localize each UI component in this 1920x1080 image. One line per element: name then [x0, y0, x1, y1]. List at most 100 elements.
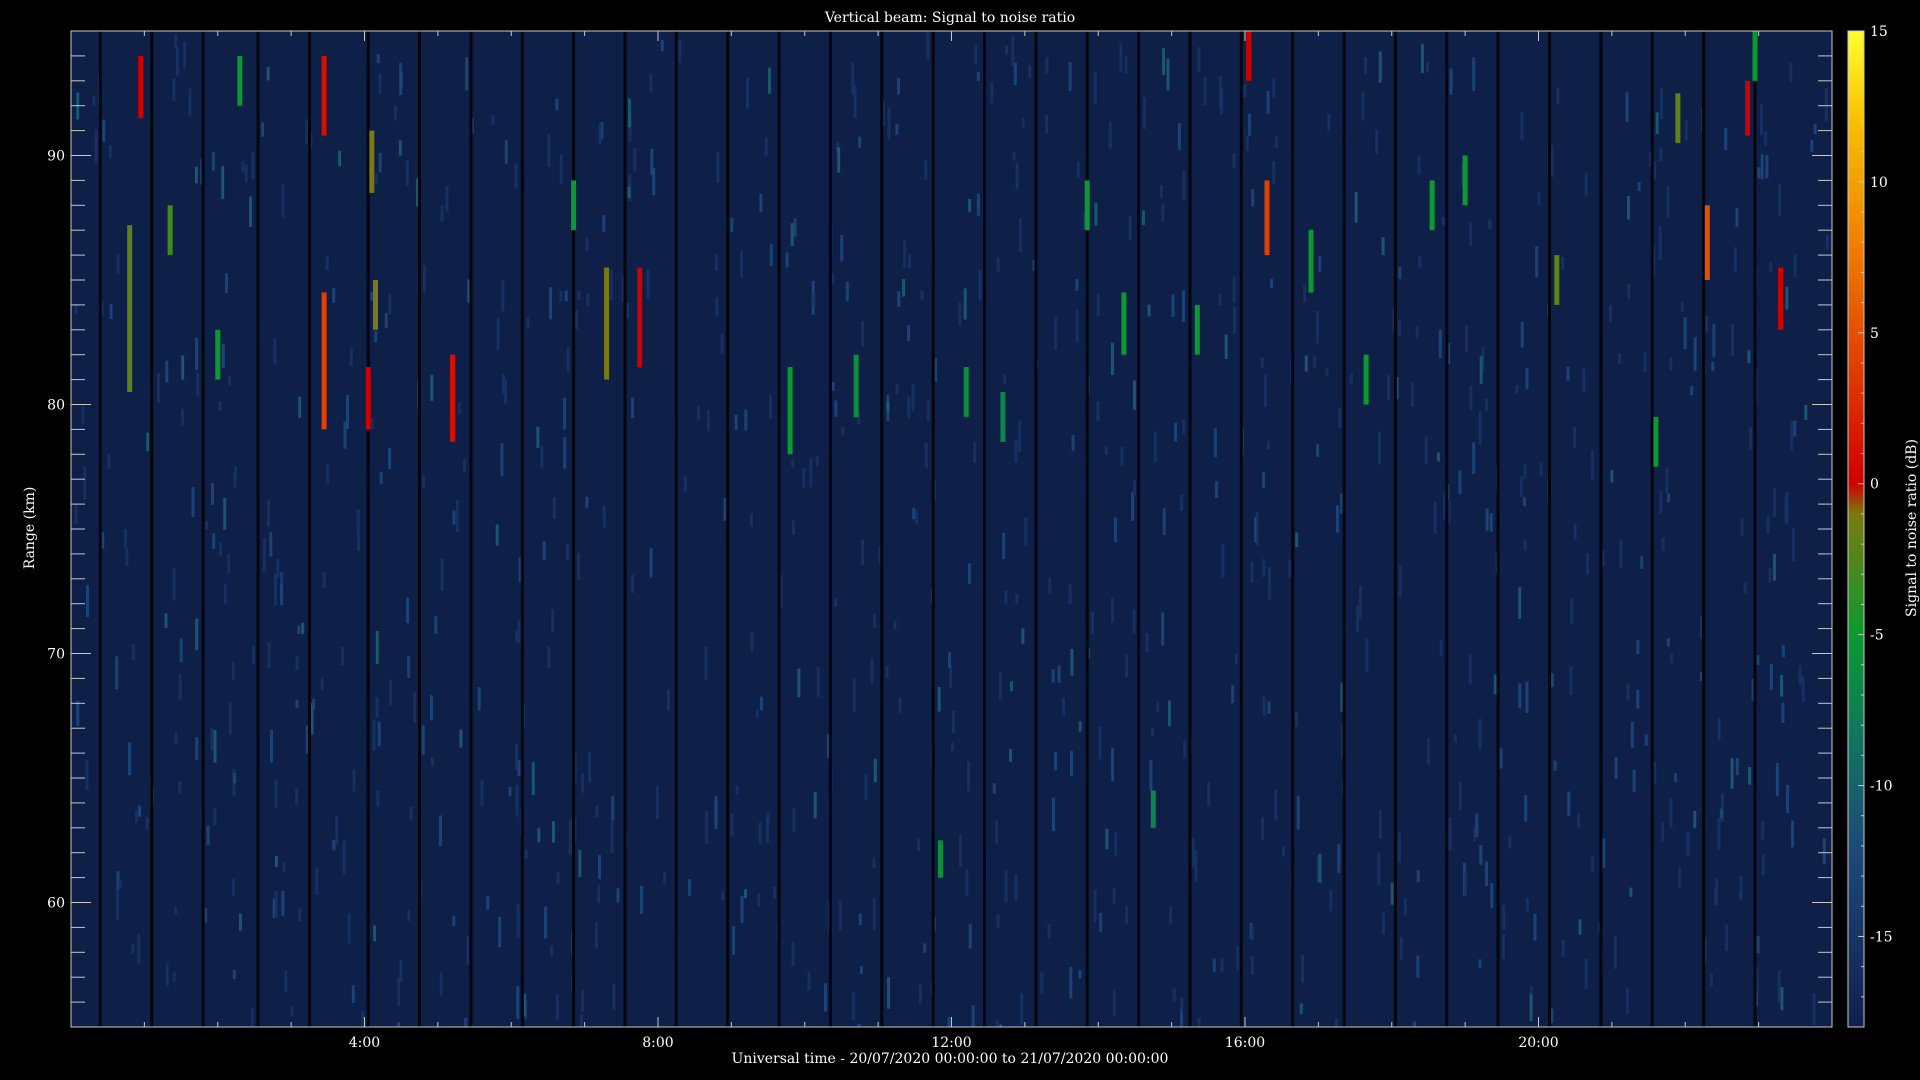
- noise-speckle: [1167, 700, 1171, 727]
- noise-speckle: [1525, 898, 1529, 912]
- noise-speckle: [1028, 65, 1032, 78]
- noise-speckle: [824, 983, 827, 1012]
- noise-speckle: [501, 280, 505, 312]
- data-gap-stripe: [931, 31, 935, 1027]
- noise-speckle: [1316, 444, 1320, 457]
- noise-speckle: [858, 913, 862, 926]
- noise-speckle: [1769, 262, 1773, 273]
- noise-speckle: [667, 690, 670, 711]
- noise-speckle: [1045, 56, 1049, 74]
- noise-speckle: [301, 622, 305, 635]
- noise-speckle: [504, 379, 508, 404]
- noise-speckle: [516, 986, 520, 1019]
- data-gap-stripe: [1342, 31, 1346, 1027]
- noise-speckle: [1243, 83, 1247, 98]
- noise-speckle: [1234, 654, 1238, 665]
- noise-speckle: [1438, 329, 1442, 359]
- noise-speckle: [1078, 970, 1082, 979]
- noise-speckle: [1160, 185, 1163, 198]
- noise-speckle: [357, 534, 360, 551]
- noise-speckle: [1777, 970, 1781, 1002]
- noise-speckle: [626, 302, 630, 319]
- noise-speckle: [1274, 136, 1278, 149]
- noise-speckle: [1792, 527, 1795, 561]
- noise-speckle: [559, 154, 563, 184]
- echo-mark: [450, 354, 456, 442]
- noise-speckle: [1125, 906, 1128, 924]
- noise-speckle: [1781, 645, 1785, 658]
- noise-speckle: [165, 963, 169, 987]
- noise-speckle: [971, 1005, 975, 1027]
- noise-speckle: [1120, 447, 1124, 467]
- noise-speckle: [1378, 431, 1381, 465]
- noise-speckle: [1426, 61, 1429, 73]
- noise-speckle: [1213, 428, 1217, 458]
- noise-speckle: [1735, 207, 1739, 227]
- noise-speckle: [833, 598, 837, 607]
- noise-speckle: [351, 985, 355, 1003]
- noise-speckle: [588, 751, 592, 783]
- noise-speckle: [585, 237, 589, 251]
- noise-speckle: [477, 687, 481, 711]
- noise-speckle: [1338, 407, 1342, 428]
- noise-speckle: [1078, 721, 1082, 732]
- noise-speckle: [295, 788, 299, 805]
- noise-speckle: [1714, 889, 1717, 905]
- noise-speckle: [616, 888, 620, 903]
- noise-speckle: [1584, 958, 1588, 990]
- noise-speckle: [756, 893, 760, 907]
- noise-speckle: [228, 702, 232, 735]
- noise-speckle: [102, 119, 106, 142]
- noise-speckle: [1416, 955, 1420, 978]
- noise-speckle: [531, 762, 535, 796]
- noise-speckle: [1011, 36, 1015, 67]
- snr-heatmap-figure: Vertical beam: Signal to noise ratio 4:0…: [22, 10, 1920, 1067]
- noise-speckle: [915, 510, 918, 524]
- noise-speckle: [995, 820, 999, 844]
- noise-speckle: [552, 497, 556, 519]
- noise-speckle: [1162, 508, 1166, 535]
- noise-speckle: [1250, 925, 1254, 940]
- x-tick-label: 12:00: [931, 1035, 971, 1051]
- noise-speckle: [145, 817, 149, 830]
- noise-speckle: [430, 695, 433, 721]
- noise-speckle: [1525, 681, 1529, 713]
- noise-speckle: [1525, 368, 1529, 390]
- noise-speckle: [1069, 966, 1073, 999]
- noise-speckle: [274, 779, 278, 809]
- noise-speckle: [1636, 689, 1640, 709]
- noise-speckle: [1661, 537, 1665, 552]
- noise-speckle: [393, 105, 397, 121]
- noise-speckle: [663, 871, 667, 885]
- noise-speckle: [1801, 676, 1805, 702]
- noise-speckle: [1577, 813, 1581, 828]
- noise-speckle: [861, 321, 864, 347]
- echo-mark: [1778, 267, 1784, 330]
- noise-speckle: [1128, 215, 1132, 240]
- noise-speckle: [175, 47, 179, 76]
- noise-speckle: [109, 303, 113, 319]
- noise-speckle: [1501, 934, 1505, 959]
- noise-speckle: [1399, 937, 1403, 960]
- noise-speckle: [920, 291, 924, 300]
- noise-speckle: [515, 784, 519, 817]
- data-gap-stripe: [256, 31, 260, 1027]
- noise-speckle: [1566, 366, 1570, 381]
- noise-speckle: [1313, 356, 1316, 369]
- noise-speckle: [1207, 781, 1211, 806]
- noise-speckle: [312, 698, 316, 710]
- noise-speckle: [1761, 854, 1765, 876]
- noise-speckle: [1458, 781, 1462, 811]
- noise-speckle: [924, 442, 928, 468]
- noise-speckle: [131, 943, 135, 954]
- y-tick-label: 60: [47, 896, 65, 912]
- noise-speckle: [297, 625, 301, 634]
- noise-speckle: [1469, 385, 1473, 411]
- noise-speckle: [281, 183, 285, 218]
- noise-speckle: [1420, 43, 1424, 74]
- noise-speckle: [1365, 638, 1369, 672]
- noise-speckle: [948, 652, 951, 669]
- noise-speckle: [399, 62, 403, 96]
- noise-speckle: [1786, 784, 1790, 813]
- noise-speckle: [602, 215, 606, 232]
